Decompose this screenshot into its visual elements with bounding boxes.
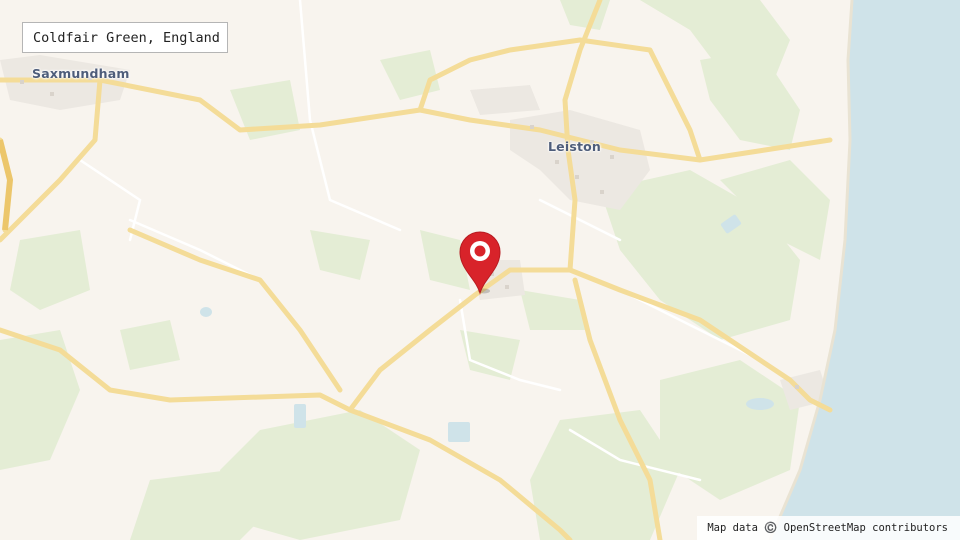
map-pin-icon[interactable] [456, 227, 508, 297]
pond [200, 307, 212, 317]
pond [294, 404, 306, 428]
pond [746, 398, 774, 410]
map-attribution: Map data ©️ OpenStreetMap contributors [697, 516, 960, 540]
pond [448, 422, 470, 442]
location-search-box[interactable]: Coldfair Green, England [22, 22, 228, 53]
place-label-saxmundham[interactable]: Saxmundham [32, 66, 130, 81]
place-label-leiston[interactable]: Leiston [548, 139, 601, 154]
pin-center [474, 245, 486, 257]
